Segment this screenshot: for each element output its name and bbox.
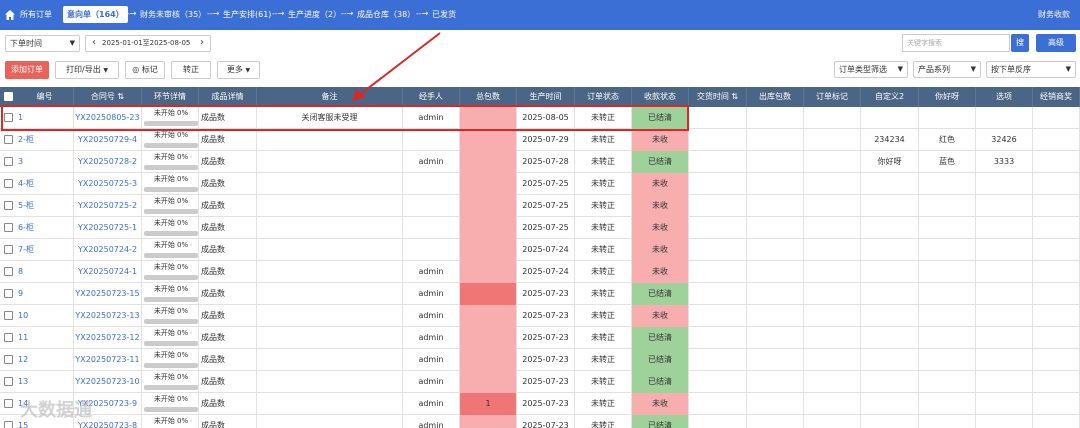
watermark: 大数据通 xyxy=(20,400,92,421)
annotation-arrow xyxy=(352,32,441,101)
